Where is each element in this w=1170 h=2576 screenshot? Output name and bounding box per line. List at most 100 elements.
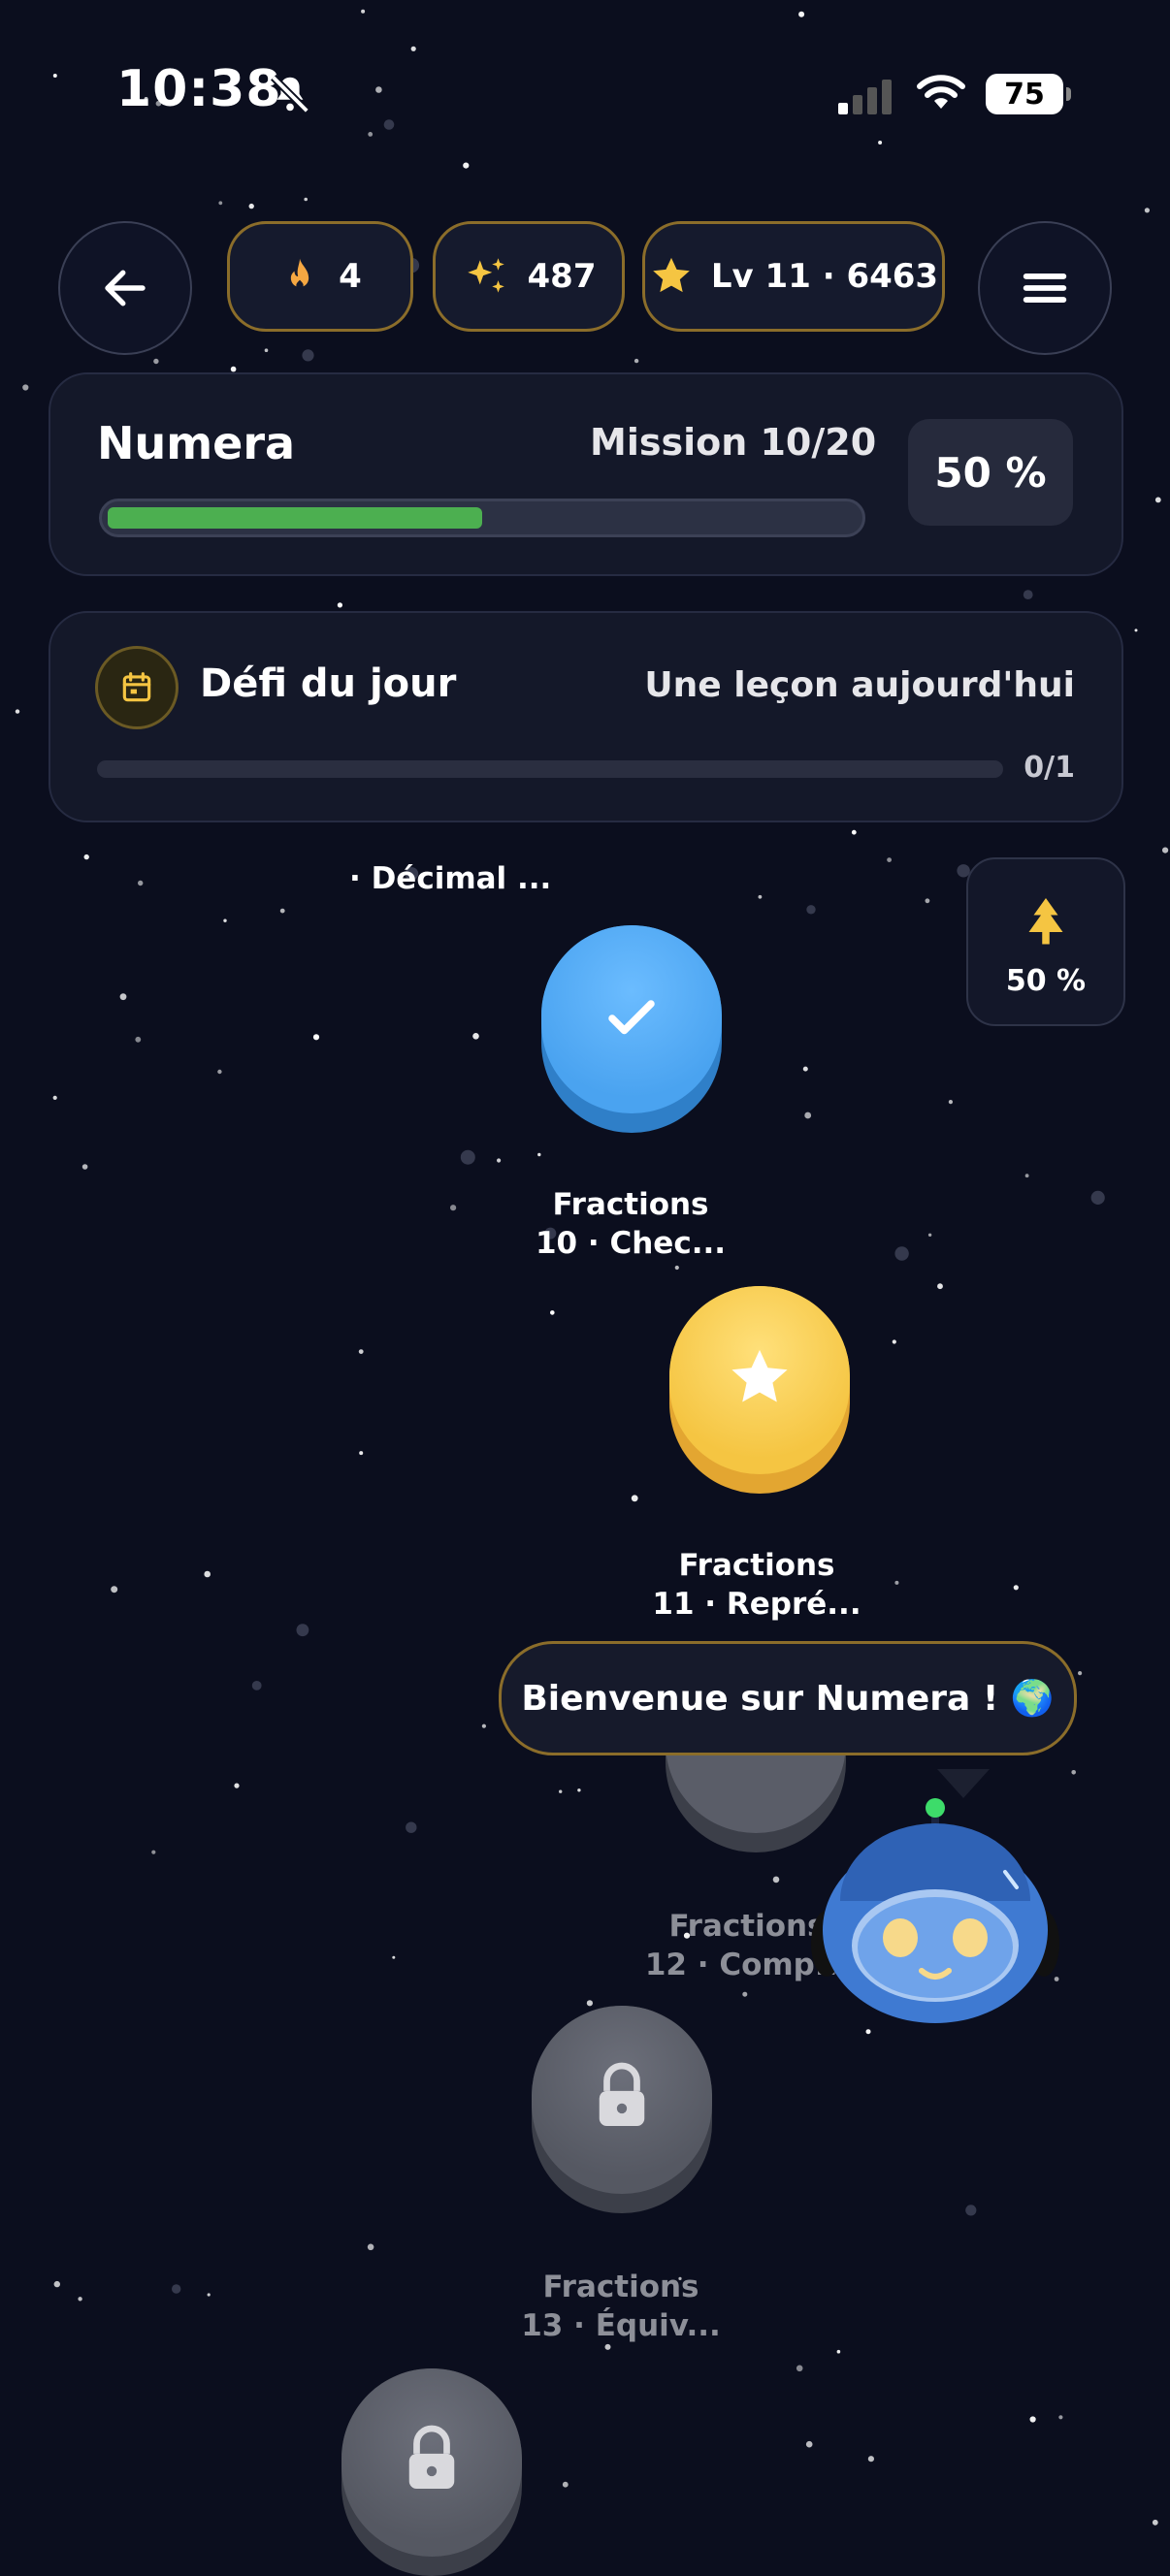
star-dot	[111, 1586, 118, 1594]
course-progress-card: Numera Mission 10/20 50 %	[49, 372, 1123, 576]
star-dot	[836, 2349, 841, 2354]
flame-icon	[290, 258, 309, 289]
star-dot	[296, 1624, 309, 1637]
star-dot	[83, 853, 89, 860]
star-dot	[368, 132, 374, 137]
star-dot	[1162, 847, 1169, 853]
lesson-label-line2: 11 · Repré...	[652, 1587, 861, 1622]
star-dot	[223, 918, 227, 922]
star-dot	[135, 1036, 142, 1043]
star-dot	[151, 1850, 156, 1854]
star-dot	[894, 1246, 909, 1261]
star-dot	[248, 203, 254, 209]
lesson-label-line2: 10 · Chec...	[535, 1226, 727, 1261]
star-dot	[878, 141, 883, 145]
star-dot	[805, 2440, 813, 2448]
course-percent-badge: 50 %	[908, 419, 1073, 526]
star-dot	[1024, 1174, 1029, 1178]
lesson-label-line1: Fractions	[678, 1548, 835, 1583]
star-dot	[1134, 628, 1138, 632]
daily-count: 0/1	[1024, 751, 1075, 785]
lock-icon	[599, 2062, 645, 2126]
star-icon	[653, 257, 690, 293]
star-dot	[153, 358, 159, 365]
lesson-label-line1: Fractions	[552, 1187, 709, 1222]
level-pill[interactable]: Lv 11 · 6463	[642, 221, 945, 332]
star-dot	[302, 349, 314, 362]
star-dot	[802, 1066, 808, 1072]
star-dot	[562, 2481, 569, 2488]
star-dot	[481, 1723, 486, 1728]
star-dot	[1090, 1190, 1105, 1205]
star-dot	[537, 1152, 541, 1157]
battery-indicator: 75	[986, 74, 1071, 114]
star-dot	[312, 1034, 320, 1041]
star-dot	[119, 993, 127, 1001]
star-dot	[559, 1789, 563, 1793]
star-dot	[892, 1339, 896, 1344]
star-dot	[1023, 590, 1033, 599]
back-button[interactable]	[58, 221, 192, 355]
menu-button[interactable]	[978, 221, 1112, 355]
lesson-node-current[interactable]	[669, 1286, 850, 1494]
sparkles-pill[interactable]: 487	[433, 221, 625, 332]
star-dot	[634, 358, 639, 364]
star-dot	[472, 1033, 479, 1040]
star-dot	[1152, 2519, 1158, 2526]
daily-title: Défi du jour	[200, 661, 457, 706]
lesson-label-line1: Fractions	[542, 2270, 699, 2304]
star-dot	[279, 908, 285, 914]
status-time: 10:38	[116, 60, 282, 118]
star-dot	[358, 1349, 364, 1354]
star-dot	[218, 201, 223, 206]
calendar-icon	[122, 672, 151, 702]
lock-icon	[408, 2425, 455, 2489]
star-dot	[251, 1681, 262, 1690]
star-dot	[53, 2280, 60, 2288]
star-dot	[1029, 2416, 1036, 2423]
course-progress-fill	[108, 507, 482, 529]
star-dot	[631, 1495, 638, 1502]
daily-progress-bar	[97, 760, 1003, 778]
star-dot	[230, 366, 237, 372]
star-dot	[410, 46, 416, 51]
robot-mascot[interactable]	[811, 1794, 1059, 2033]
star-dot	[406, 1821, 417, 1833]
star-dot	[550, 1310, 555, 1315]
star-dot	[586, 2000, 594, 2007]
lesson-node-locked[interactable]	[532, 2006, 712, 2213]
lesson-label: Fractions 11 · Repré...	[611, 1546, 902, 1624]
daily-subtitle: Une leçon aujourd'hui	[644, 665, 1075, 705]
daily-challenge-card[interactable]: Défi du jour Une leçon aujourd'hui 0/1	[49, 611, 1123, 822]
star-dot	[337, 602, 342, 608]
star-dot	[1071, 1770, 1076, 1775]
star-dot	[796, 2365, 803, 2372]
lesson-label: Fractions 13 · Équiv...	[475, 2268, 766, 2345]
unit-progress-badge[interactable]: 50 %	[966, 857, 1125, 1026]
star-dot	[927, 1233, 932, 1238]
hamburger-menu-icon	[1023, 274, 1067, 303]
wifi-icon	[917, 75, 965, 109]
star-dot	[1154, 497, 1161, 503]
star-dot	[804, 1111, 812, 1119]
lesson-node-locked[interactable]	[341, 2368, 522, 2576]
star-dot	[450, 1205, 457, 1211]
star-dot	[948, 1100, 954, 1105]
star-dot	[851, 829, 857, 835]
star-dot	[304, 197, 309, 202]
star-dot	[925, 898, 930, 904]
lesson-label: Fractions 10 · Chec...	[485, 1185, 776, 1263]
mission-counter: Mission 10/20	[590, 421, 877, 464]
checkmark-icon	[608, 1000, 655, 1035]
star-dot	[887, 857, 892, 862]
star-dot	[359, 1451, 364, 1456]
star-dot	[965, 2205, 977, 2216]
star-dot	[204, 1570, 211, 1578]
streak-pill[interactable]: 4	[227, 221, 413, 332]
lesson-node-completed[interactable]	[541, 925, 722, 1133]
streak-count: 4	[339, 257, 362, 296]
star-dot	[577, 1788, 581, 1792]
unit-percent: 50 %	[1005, 964, 1087, 998]
star-dot	[937, 1283, 943, 1290]
star-dot	[217, 1069, 222, 1075]
